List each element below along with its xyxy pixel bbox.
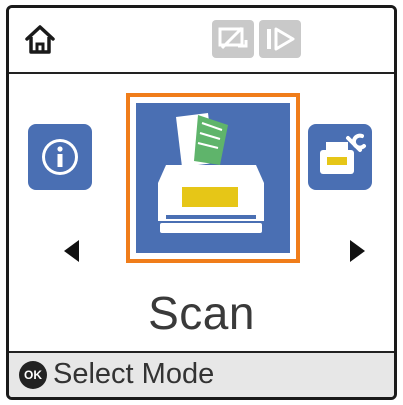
footer-hint-text: Select Mode — [53, 358, 215, 390]
selected-mode-label: Scan — [148, 287, 255, 339]
home-icon[interactable] — [23, 22, 57, 56]
previous-mode-arrow[interactable] — [64, 240, 79, 262]
next-mode-arrow[interactable] — [350, 240, 365, 262]
printer-lcd-screen: Scan OK Select Mode — [6, 5, 397, 400]
ok-button-icon: OK — [19, 361, 47, 389]
info-mode-tile[interactable] — [28, 124, 92, 190]
selected-mode-tile-scan[interactable] — [126, 93, 300, 263]
settings-mode-tile[interactable] — [308, 124, 372, 190]
info-icon — [42, 139, 78, 175]
playback-icon — [259, 20, 301, 58]
wifi-direct-icon — [212, 20, 254, 58]
footer-hint-bar: OK Select Mode — [9, 351, 394, 397]
scanner-icon — [158, 113, 264, 233]
printer-settings-icon — [320, 133, 366, 174]
mode-carousel: Scan — [9, 74, 394, 356]
top-status-bar — [9, 8, 394, 74]
